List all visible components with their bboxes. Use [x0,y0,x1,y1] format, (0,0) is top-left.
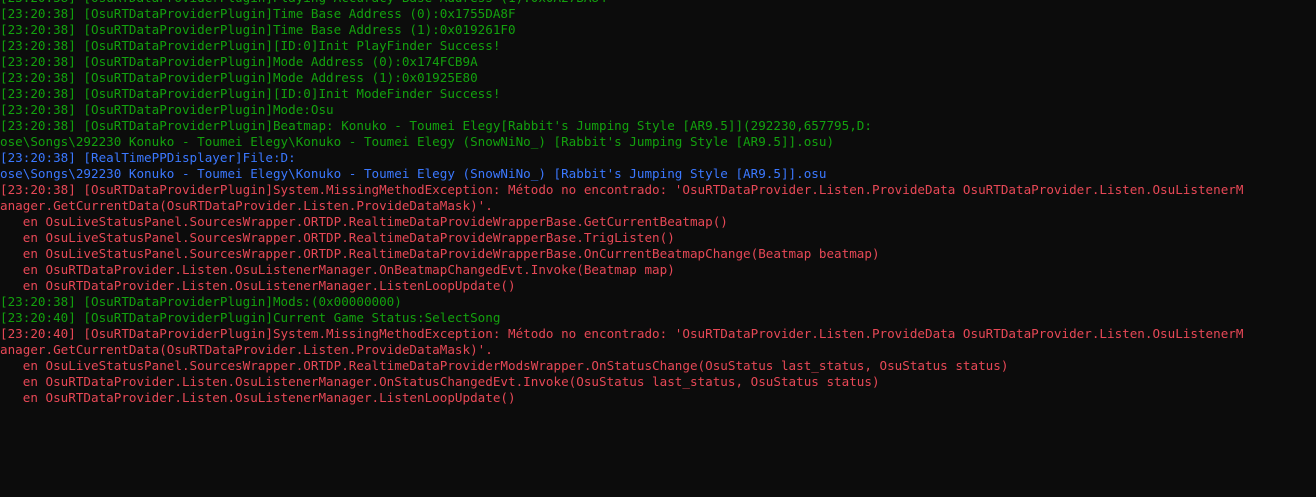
log-line: ose\Songs\292230 Konuko - Toumei Elegy\K… [0,166,827,181]
log-line: [23:20:38] [OsuRTDataProviderPlugin]Mode… [0,54,478,69]
log-line: [23:20:38] [OsuRTDataProviderPlugin]Mode… [0,102,334,117]
log-line: en OsuLiveStatusPanel.SourcesWrapper.ORT… [0,214,728,229]
log-line: [23:20:38] [OsuRTDataProviderPlugin][ID:… [0,38,501,53]
console-window[interactable]: [23:20:38] [OsuRTDataProviderPlugin]Play… [0,0,1316,497]
log-line: [23:20:40] [OsuRTDataProviderPlugin]Curr… [0,310,501,325]
log-line: anager.GetCurrentData(OsuRTDataProvider.… [0,342,493,357]
log-line: [23:20:40] [OsuRTDataProviderPlugin]Syst… [0,326,1244,341]
log-line: ose\Songs\292230 Konuko - Toumei Elegy\K… [0,134,835,149]
log-line: [23:20:38] [OsuRTDataProviderPlugin]Time… [0,22,516,37]
log-line: en OsuLiveStatusPanel.SourcesWrapper.ORT… [0,358,1009,373]
log-line: [23:20:38] [RealTimePPDisplayer]File:D: [0,150,296,165]
log-line: en OsuRTDataProvider.Listen.OsuListenerM… [0,374,880,389]
console-log: [23:20:38] [OsuRTDataProviderPlugin]Play… [0,0,1316,406]
log-line: [23:20:38] [OsuRTDataProviderPlugin]Beat… [0,118,872,133]
log-line: [23:20:38] [OsuRTDataProviderPlugin][ID:… [0,86,501,101]
log-line: [23:20:38] [OsuRTDataProviderPlugin]Syst… [0,182,1244,197]
log-line: [23:20:38] [OsuRTDataProviderPlugin]Mods… [0,294,402,309]
log-line: en OsuLiveStatusPanel.SourcesWrapper.ORT… [0,230,675,245]
log-line: en OsuRTDataProvider.Listen.OsuListenerM… [0,262,675,277]
log-line: [23:20:38] [OsuRTDataProviderPlugin]Mode… [0,70,478,85]
log-line: en OsuLiveStatusPanel.SourcesWrapper.ORT… [0,246,880,261]
log-line: anager.GetCurrentData(OsuRTDataProvider.… [0,198,493,213]
log-line: en OsuRTDataProvider.Listen.OsuListenerM… [0,278,516,293]
log-line: [23:20:38] [OsuRTDataProviderPlugin]Time… [0,6,516,21]
log-line: en OsuRTDataProvider.Listen.OsuListenerM… [0,390,516,405]
